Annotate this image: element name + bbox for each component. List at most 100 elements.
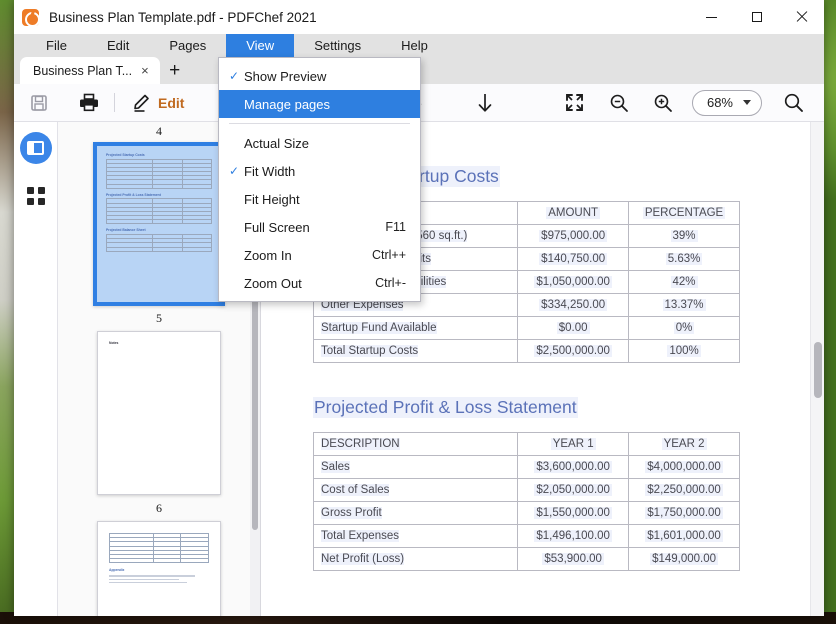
chevron-down-icon (743, 100, 751, 105)
cell-percentage: 39% (670, 230, 698, 242)
menu-item-accelerator: F11 (385, 220, 406, 234)
menu-settings[interactable]: Settings (294, 34, 381, 57)
save-button[interactable] (20, 84, 58, 122)
toolbar-divider (114, 93, 115, 112)
table-row: Cost of Sales $2,050,000.00 $2,250,000.0… (312, 478, 740, 502)
document-scrollbar-thumb[interactable] (814, 342, 822, 398)
edit-button-label: Edit (158, 94, 185, 111)
window-title: Business Plan Template.pdf - PDFChef 202… (49, 9, 317, 25)
zoom-out-button[interactable] (600, 84, 638, 122)
cell-amount: $140,750.00 (539, 253, 608, 265)
new-tab-button[interactable]: + (160, 57, 190, 84)
fullscreen-button[interactable] (556, 84, 594, 122)
print-button[interactable] (70, 84, 108, 122)
thumbnail-page-6[interactable]: Notes (97, 331, 221, 495)
cell-year2: $2,250,000.00 (645, 484, 723, 496)
col-amount: AMOUNT (546, 207, 601, 219)
thumbnail-number-6: 6 (156, 501, 162, 515)
cell-desc: Sales (321, 461, 350, 473)
cell-amount: $334,250.00 (539, 299, 608, 311)
checkmark-icon: ✓ (229, 164, 240, 178)
download-arrow-icon (478, 93, 492, 112)
col-percentage: PERCENTAGE (642, 207, 726, 219)
view-dropdown-menu: ✓ Show Preview Manage pages Actual Size … (218, 57, 421, 302)
panel-view-button[interactable] (19, 132, 52, 164)
thumbnail-page-7[interactable]: Appendix (97, 521, 221, 616)
menu-item-show-preview[interactable]: ✓ Show Preview (219, 62, 420, 90)
save-icon (31, 94, 47, 111)
search-icon (784, 93, 803, 112)
menu-item-label: Zoom In (244, 247, 292, 263)
cell-year2: $4,000,000.00 (645, 461, 723, 473)
menu-item-full-screen[interactable]: Full Screen F11 (219, 213, 420, 241)
menu-item-actual-size[interactable]: Actual Size (219, 129, 420, 157)
menu-pages[interactable]: Pages (149, 34, 226, 57)
cell-desc: Net Profit (Loss) (321, 553, 405, 565)
menu-item-zoom-in[interactable]: Zoom In Ctrl++ (219, 241, 420, 269)
zoom-in-icon (654, 94, 672, 112)
cell-desc: Startup Fund Available (321, 322, 437, 334)
application-window: Business Plan Template.pdf - PDFChef 202… (14, 0, 824, 616)
cell-year2: $149,000.00 (650, 553, 719, 565)
menu-view[interactable]: View (226, 34, 295, 57)
window-controls (689, 0, 824, 34)
maximize-button[interactable] (734, 0, 779, 34)
cell-percentage: 100% (667, 345, 701, 357)
zoom-in-button[interactable] (644, 84, 682, 122)
search-button[interactable] (774, 84, 812, 122)
table-row: Total Startup Costs $2,500,000.00 100% (312, 339, 740, 363)
menu-item-label: Show Preview (244, 68, 327, 84)
cell-amount: $0.00 (556, 322, 590, 334)
cell-year1: $3,600,000.00 (534, 461, 612, 473)
cell-year2: $1,601,000.00 (645, 530, 723, 542)
menu-item-label: Manage pages (244, 96, 331, 112)
menu-item-manage-pages[interactable]: Manage pages (219, 90, 420, 118)
pencil-icon (134, 94, 149, 112)
col-description: DESCRIPTION (321, 438, 400, 450)
grid-view-button[interactable] (20, 180, 52, 212)
tab-close-icon[interactable]: × (139, 63, 151, 78)
cell-percentage: 5.63% (665, 253, 703, 265)
menu-item-zoom-out[interactable]: Zoom Out Ctrl+- (219, 269, 420, 297)
cell-year1: $2,050,000.00 (534, 484, 612, 496)
zoom-level-dropdown[interactable]: 68% (691, 89, 762, 116)
document-scrollbar[interactable] (810, 122, 824, 616)
menu-item-accelerator: Ctrl+- (375, 276, 406, 290)
grid-view-icon (26, 187, 45, 205)
menu-item-label: Fit Height (244, 191, 300, 207)
thumbnail-scrollbar-thumb[interactable] (252, 290, 258, 530)
thumbnail-number-5: 5 (156, 311, 162, 325)
download-button[interactable] (466, 84, 504, 122)
menu-item-label: Fit Width (244, 163, 296, 179)
close-button[interactable] (779, 0, 824, 34)
cell-year1: $53,900.00 (542, 553, 604, 565)
cell-year1: $1,496,100.00 (534, 530, 612, 542)
cell-desc: Total Expenses (321, 530, 399, 542)
menu-edit[interactable]: Edit (87, 34, 149, 57)
tab-label: Business Plan T... (33, 63, 133, 78)
cell-desc: Cost of Sales (321, 484, 390, 496)
zoom-level-value: 68% (706, 95, 733, 110)
menu-file[interactable]: File (26, 34, 87, 57)
table-row: Sales $3,600,000.00 $4,000,000.00 (312, 455, 740, 479)
print-icon (80, 93, 98, 112)
cell-amount: $975,000.00 (539, 230, 608, 242)
title-bar: Business Plan Template.pdf - PDFChef 202… (14, 0, 824, 34)
table-header-row: DESCRIPTION YEAR 1 YEAR 2 (312, 432, 740, 456)
edit-button[interactable]: Edit (121, 84, 194, 122)
menu-help[interactable]: Help (381, 34, 448, 57)
cell-percentage: 13.37% (662, 299, 706, 311)
cell-amount: $1,050,000.00 (534, 276, 612, 288)
menu-item-fit-height[interactable]: Fit Height (219, 185, 420, 213)
cell-amount: $2,500,000.00 (534, 345, 612, 357)
zoom-out-icon (610, 94, 628, 112)
minimize-button[interactable] (689, 0, 734, 34)
cell-year1: $1,550,000.00 (534, 507, 612, 519)
thumbnail-page-5[interactable]: Projected Startup Costs Projected Profit… (93, 142, 225, 306)
tab-business-plan[interactable]: Business Plan T... × (20, 57, 160, 84)
section-heading-profit-loss: Projected Profit & Loss Statement (313, 397, 578, 418)
menu-item-fit-width[interactable]: ✓ Fit Width (219, 157, 420, 185)
menu-item-label: Zoom Out (244, 275, 302, 291)
icon-rail (14, 122, 58, 616)
fullscreen-icon (566, 94, 584, 111)
